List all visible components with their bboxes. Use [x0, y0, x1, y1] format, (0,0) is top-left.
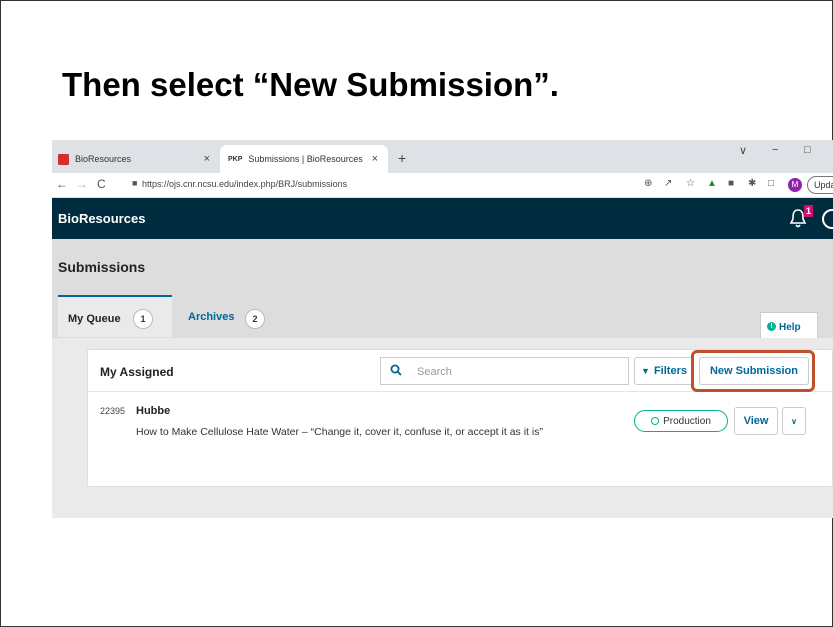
search-icon [390, 364, 402, 376]
side-panel-icon[interactable]: □ [768, 178, 774, 189]
slide-title: Then select “New Submission”. [62, 66, 559, 103]
panel-area: My Assigned ▼ Filters New Submission [52, 338, 833, 518]
new-submission-button[interactable]: New Submission [699, 357, 809, 385]
back-icon[interactable]: ← [56, 177, 68, 191]
reload-icon[interactable]: C [97, 177, 106, 191]
panel-header: My Assigned ▼ Filters New Submission [88, 350, 833, 392]
chevron-down-icon: ∨ [791, 416, 797, 426]
minimize-icon[interactable]: − [772, 144, 778, 156]
search-box[interactable] [380, 357, 629, 385]
update-button[interactable]: Update [807, 176, 833, 194]
submissions-page: Submissions My Queue 1 Archives 2 ! Help… [52, 239, 833, 518]
stage-circle-icon [651, 417, 660, 425]
browser-window: BioResources × PKP Submissions | BioReso… [52, 140, 833, 518]
stage-badge: Production [634, 410, 728, 432]
submission-title: How to Make Cellulose Hate Water – “Chan… [136, 426, 543, 438]
expand-row-button[interactable]: ∨ [782, 407, 806, 435]
submission-id: 22395 [100, 406, 126, 416]
close-tab-icon[interactable]: × [204, 153, 210, 165]
new-tab-button[interactable]: + [398, 150, 406, 166]
browser-tab-submissions[interactable]: PKP Submissions | BioResources × [220, 145, 388, 173]
tab-strip: BioResources × PKP Submissions | BioReso… [52, 140, 833, 173]
address-toolbar: ← → C ■ https://ojs.cnr.ncsu.edu/index.p… [52, 173, 833, 198]
zoom-icon[interactable]: ⊕ [644, 178, 652, 189]
puzzle-extensions-icon[interactable]: ✱ [748, 178, 756, 189]
panel-title: My Assigned [100, 365, 174, 379]
address-bar[interactable]: https://ojs.cnr.ncsu.edu/index.php/BRJ/s… [142, 179, 347, 189]
pkp-favicon-icon: PKP [228, 155, 243, 163]
forward-icon[interactable]: → [76, 177, 88, 191]
tab-archives[interactable]: Archives [188, 311, 234, 323]
queue-count-badge: 1 [133, 309, 153, 329]
tab-search-icon[interactable]: ∨ [739, 144, 747, 157]
filter-icon: ▼ [641, 366, 650, 376]
share-icon[interactable]: ↗ [664, 178, 672, 189]
page-title: Submissions [58, 259, 146, 275]
tab-label: Submissions | BioResources [248, 154, 363, 164]
filters-label: Filters [653, 365, 687, 377]
app-header: BioResources 1 [52, 198, 833, 239]
bookmark-star-icon[interactable]: ☆ [686, 178, 695, 189]
notification-badge: 1 [804, 205, 813, 217]
extension-icon[interactable]: ■ [728, 178, 734, 189]
filters-button[interactable]: ▼ Filters [634, 357, 694, 385]
table-row: 22395 Hubbe How to Make Cellulose Hate W… [88, 392, 833, 472]
lock-icon: ■ [132, 178, 138, 188]
stage-label: Production [663, 415, 711, 427]
tab-label: My Queue [68, 313, 121, 325]
bioresources-favicon-icon [58, 153, 69, 165]
user-menu-icon[interactable] [822, 209, 833, 229]
tab-label: BioResources [75, 154, 132, 164]
view-button[interactable]: View [734, 407, 778, 435]
drive-extension-icon[interactable]: ▲ [707, 178, 717, 189]
info-icon: ! [767, 322, 776, 331]
tab-my-queue[interactable]: My Queue 1 [58, 295, 172, 337]
search-input[interactable] [417, 363, 617, 380]
help-label: Help [779, 322, 801, 333]
profile-avatar[interactable]: M [788, 178, 802, 192]
submission-author: Hubbe [136, 405, 171, 417]
maximize-icon[interactable]: □ [804, 144, 811, 156]
help-button[interactable]: ! Help [760, 312, 818, 339]
app-name[interactable]: BioResources [58, 211, 145, 226]
my-assigned-panel: My Assigned ▼ Filters New Submission [87, 349, 833, 487]
archives-count-badge: 2 [245, 309, 265, 329]
browser-tab-bioresources[interactable]: BioResources × [52, 145, 220, 173]
close-tab-icon[interactable]: × [372, 153, 378, 165]
